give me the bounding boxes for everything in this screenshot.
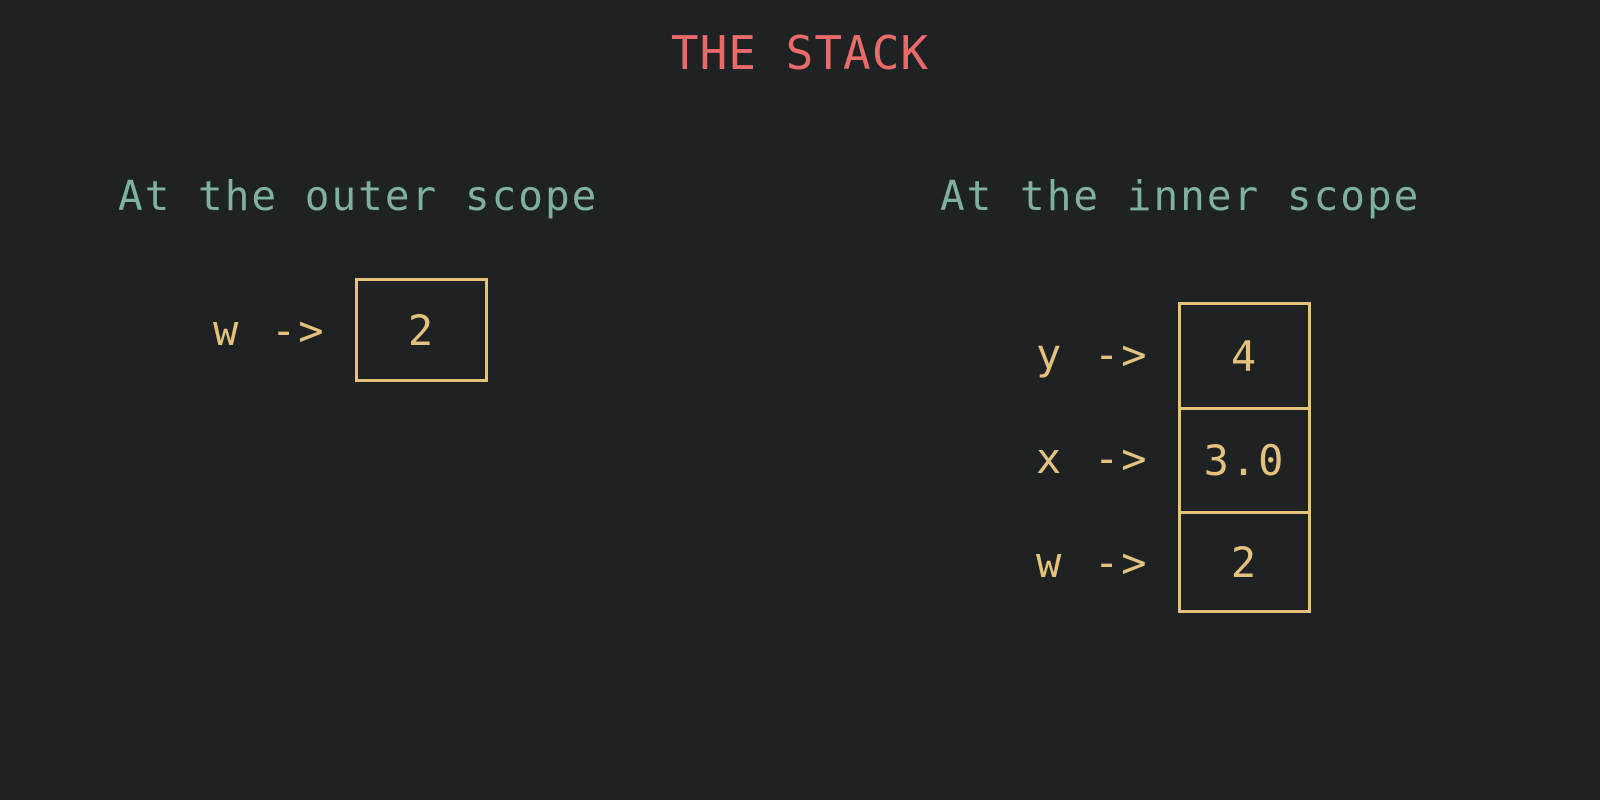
arrow: ->	[1094, 538, 1149, 587]
variable-name: y	[1036, 330, 1064, 379]
arrow: ->	[1094, 330, 1149, 379]
stack-cell: 3.0	[1178, 407, 1311, 514]
stack-cell: 2	[1178, 511, 1311, 613]
variable-name: w	[1036, 538, 1064, 587]
variable-name: w	[213, 306, 241, 355]
page-title: THE STACK	[670, 26, 930, 80]
arrow: ->	[271, 306, 326, 355]
arrow: ->	[1094, 434, 1149, 483]
stack-cell: 4	[1178, 302, 1311, 410]
variable-name: x	[1036, 434, 1064, 483]
outer-scope-heading: At the outer scope	[118, 172, 599, 220]
inner-scope-heading: At the inner scope	[940, 172, 1421, 220]
stack-cell: 2	[355, 278, 488, 382]
